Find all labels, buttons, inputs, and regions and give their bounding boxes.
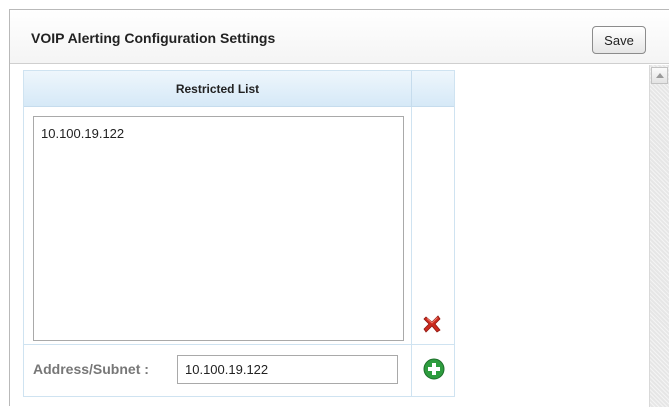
page-title: VOIP Alerting Configuration Settings bbox=[31, 30, 276, 46]
scroll-up-button[interactable] bbox=[651, 67, 668, 84]
add-plus-icon[interactable] bbox=[423, 358, 445, 380]
address-subnet-input[interactable] bbox=[177, 355, 398, 384]
address-subnet-label: Address/Subnet : bbox=[33, 361, 149, 377]
input-row-divider bbox=[411, 345, 412, 396]
delete-x-icon[interactable] bbox=[422, 314, 442, 334]
restricted-list-header: Restricted List bbox=[24, 71, 411, 107]
panel-header: VOIP Alerting Configuration Settings Sav… bbox=[10, 10, 669, 64]
list-item[interactable]: 10.100.19.122 bbox=[41, 126, 124, 141]
vertical-scrollbar[interactable] bbox=[649, 65, 669, 407]
settings-panel: VOIP Alerting Configuration Settings Sav… bbox=[9, 9, 669, 407]
restricted-list-header-label: Restricted List bbox=[175, 82, 260, 96]
restricted-list-table: Restricted List 10.100.19.122 Address/Su… bbox=[23, 70, 455, 397]
actions-column bbox=[411, 107, 454, 344]
address-input-row: Address/Subnet : bbox=[24, 344, 454, 396]
scroll-up-arrow-icon bbox=[656, 73, 664, 78]
actions-column-header bbox=[411, 71, 454, 107]
save-button[interactable]: Save bbox=[592, 26, 646, 54]
restricted-list-box[interactable]: 10.100.19.122 bbox=[33, 116, 404, 341]
